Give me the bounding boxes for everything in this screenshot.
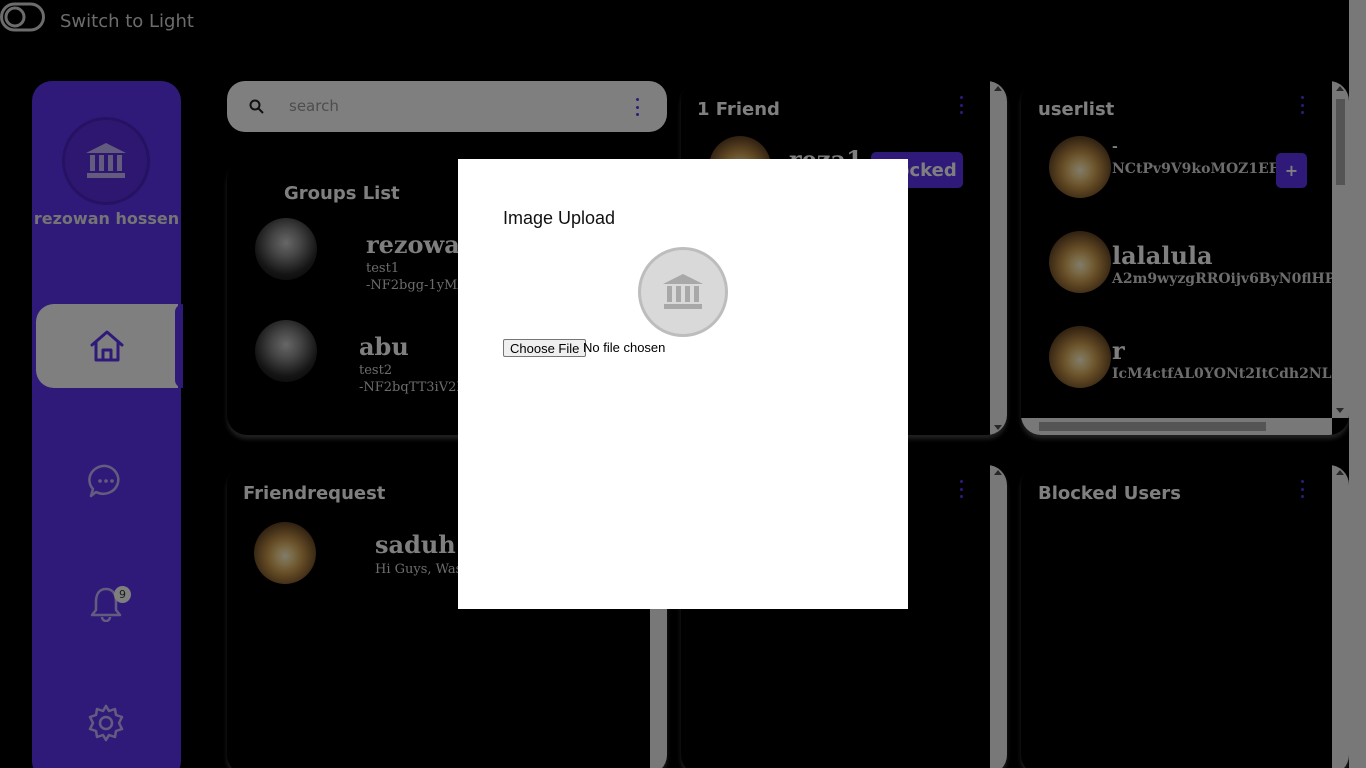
upload-preview-avatar <box>638 247 728 337</box>
modal-title: Image Upload <box>503 208 616 228</box>
file-status-text: No file chosen <box>583 340 666 355</box>
image-upload-modal: Image Upload Choose File No file chosen <box>458 159 908 609</box>
choose-file-button[interactable]: Choose File <box>503 339 587 357</box>
bank-icon <box>663 274 703 309</box>
